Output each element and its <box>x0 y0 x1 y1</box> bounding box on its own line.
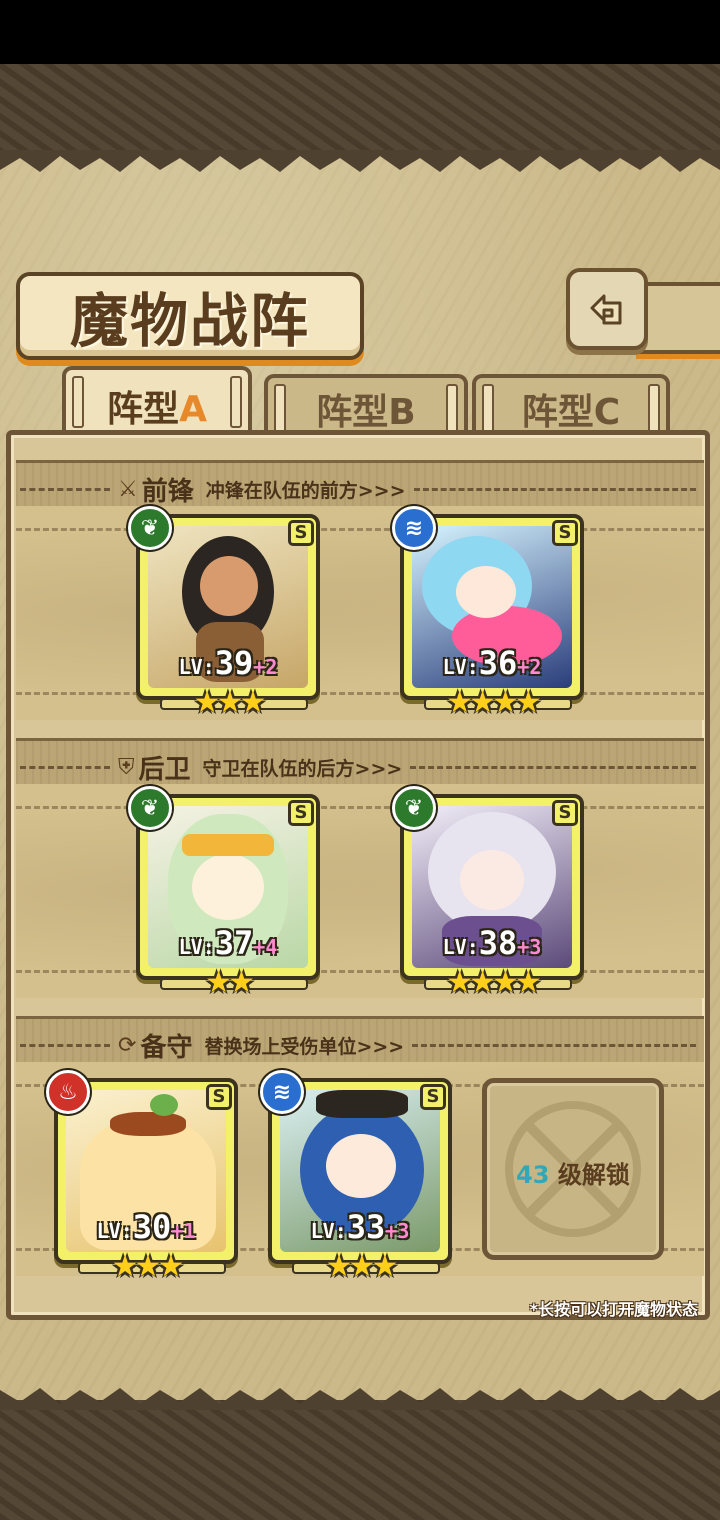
tab-label: 阵型 <box>107 389 180 430</box>
locked-slot[interactable]: 43 级解锁 <box>482 1078 664 1260</box>
tab-post <box>230 376 242 428</box>
star-rating: ★★★★ <box>446 965 542 1000</box>
level-value: 37 <box>214 924 254 962</box>
swap-icon: ⟳ <box>118 1032 137 1058</box>
level-value: 39 <box>214 644 254 682</box>
level-bonus: +1 <box>171 1219 196 1243</box>
tab-letter: C <box>593 392 621 433</box>
rank-badge: S <box>420 1084 446 1110</box>
section-title: 前锋 <box>141 476 194 507</box>
hint-text: *长按可以打开魔物状态 <box>529 1300 698 1319</box>
level-bonus: +2 <box>253 655 278 679</box>
level-label: LV:36+2 <box>404 644 580 682</box>
divider <box>20 765 110 769</box>
monster-card-rear-1[interactable]: ❦ S LV:37+4 ★★ <box>128 786 320 1000</box>
level-bonus: +2 <box>517 655 542 679</box>
monster-card-reserve-1[interactable]: ♨ S LV:30+1 ★★★ <box>46 1070 238 1284</box>
level-bonus: +3 <box>517 935 542 959</box>
level-prefix: LV: <box>178 655 215 679</box>
rank-badge: S <box>288 520 314 546</box>
tab-label: 阵型 <box>316 392 389 433</box>
back-arrow-icon <box>590 294 622 325</box>
back-button-rail <box>636 282 720 354</box>
level-label: LV:33+3 <box>272 1208 448 1246</box>
level-value: 33 <box>346 1208 386 1246</box>
leaf-element-icon: ❦ <box>392 786 436 830</box>
level-bonus: +4 <box>253 935 278 959</box>
rear-row <box>16 784 704 998</box>
divider <box>412 1043 696 1047</box>
section-title: 后卫 <box>138 754 191 785</box>
shield-icon: ⛨ <box>118 754 135 780</box>
monster-card-front-1[interactable]: ❦ S LV:39+2 ★★★ <box>128 506 320 720</box>
torn-edge-bottom <box>0 1388 720 1410</box>
level-label: LV:39+2 <box>140 644 316 682</box>
level-bonus: +3 <box>385 1219 410 1243</box>
level-prefix: LV: <box>310 1219 347 1243</box>
row-line <box>16 692 704 695</box>
rank-badge: S <box>552 800 578 826</box>
divider <box>410 765 696 769</box>
monster-card-reserve-2[interactable]: ≋ S LV:33+3 ★★★ <box>260 1070 452 1284</box>
tab-letter: B <box>388 392 416 433</box>
rank-badge: S <box>206 1084 232 1110</box>
star-rating: ★★★ <box>111 1249 185 1284</box>
tab-post <box>274 384 286 436</box>
level-label: LV:37+4 <box>140 924 316 962</box>
unlock-text: 级解锁 <box>557 1161 630 1189</box>
level-label: LV:30+1 <box>58 1208 234 1246</box>
level-prefix: LV: <box>96 1219 133 1243</box>
level-label: LV:38+3 <box>404 924 580 962</box>
row-line <box>16 806 704 809</box>
monster-card-rear-2[interactable]: ❦ S LV:38+3 ★★★★ <box>392 786 584 1000</box>
divider <box>20 1043 110 1047</box>
star-rating: ★★★ <box>193 685 267 720</box>
leaf-element-icon: ❦ <box>128 786 172 830</box>
title-plate: 魔物战阵 <box>16 272 364 360</box>
section-title: 备守 <box>140 1032 193 1063</box>
tab-post <box>482 384 494 436</box>
divider <box>20 487 110 491</box>
level-value: 38 <box>478 924 518 962</box>
sword-icon: ⚔ <box>118 476 138 502</box>
rank-badge: S <box>288 800 314 826</box>
water-element-icon: ≋ <box>392 506 436 550</box>
unlock-level: 43 <box>516 1161 550 1189</box>
status-bar-area <box>0 0 720 64</box>
wood-background-top <box>0 64 720 154</box>
level-prefix: LV: <box>442 935 479 959</box>
unlock-requirement: 43 级解锁 <box>487 1155 659 1190</box>
row-line <box>16 970 704 973</box>
tab-letter: A <box>179 389 207 430</box>
tab-label: 阵型 <box>521 392 594 433</box>
row-line <box>16 528 704 531</box>
tab-post <box>446 384 458 436</box>
star-rating: ★★★★ <box>446 685 542 720</box>
fire-element-icon: ♨ <box>46 1070 90 1114</box>
torn-edge-top <box>0 150 720 172</box>
level-value: 30 <box>132 1208 172 1246</box>
rank-badge: S <box>552 520 578 546</box>
tab-post <box>648 384 660 436</box>
level-prefix: LV: <box>178 935 215 959</box>
water-element-icon: ≋ <box>260 1070 304 1114</box>
star-rating: ★★★ <box>325 1249 399 1284</box>
wood-background-bottom <box>0 1400 720 1520</box>
front-row <box>16 506 704 720</box>
back-button[interactable] <box>566 268 648 350</box>
tab-post <box>72 376 84 428</box>
divider <box>413 487 696 491</box>
star-rating: ★★ <box>205 965 255 1000</box>
section-desc: 守卫在队伍的后方>>> <box>202 757 403 780</box>
page-title: 魔物战阵 <box>69 287 310 355</box>
leaf-element-icon: ❦ <box>128 506 172 550</box>
section-desc: 冲锋在队伍的前方>>> <box>205 479 406 502</box>
monster-card-front-2[interactable]: ≋ S LV:36+2 ★★★★ <box>392 506 584 720</box>
section-desc: 替换场上受伤单位>>> <box>204 1035 405 1058</box>
level-prefix: LV: <box>442 655 479 679</box>
level-value: 36 <box>478 644 518 682</box>
